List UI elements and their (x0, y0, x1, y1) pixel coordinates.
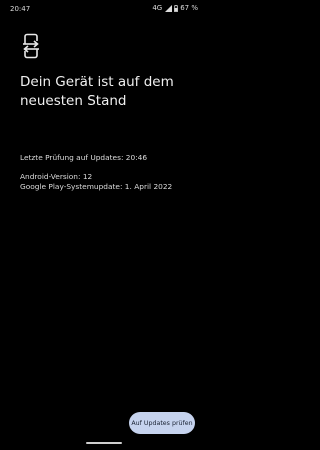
status-indicators: 4G 67 % (152, 4, 198, 12)
page-title: Dein Gerät ist auf dem neuesten Stand (20, 74, 174, 109)
play-system-update-text: Google Play-Systemupdate: 1. April 2022 (20, 182, 173, 191)
system-update-icon (20, 33, 42, 59)
status-time: 20:47 (10, 5, 31, 13)
battery-level: 67 % (180, 4, 198, 12)
navigation-handle[interactable] (86, 442, 122, 444)
last-check-text: Letzte Prüfung auf Updates: 20:46 (20, 153, 148, 162)
status-bar: 20:47 4G 67 % (0, 0, 208, 18)
android-version-text: Android-Version: 12 (20, 172, 93, 181)
battery-icon (174, 4, 179, 12)
signal-icon (165, 4, 173, 12)
check-updates-button[interactable]: Auf Updates prüfen (129, 412, 195, 434)
network-type: 4G (152, 4, 163, 12)
